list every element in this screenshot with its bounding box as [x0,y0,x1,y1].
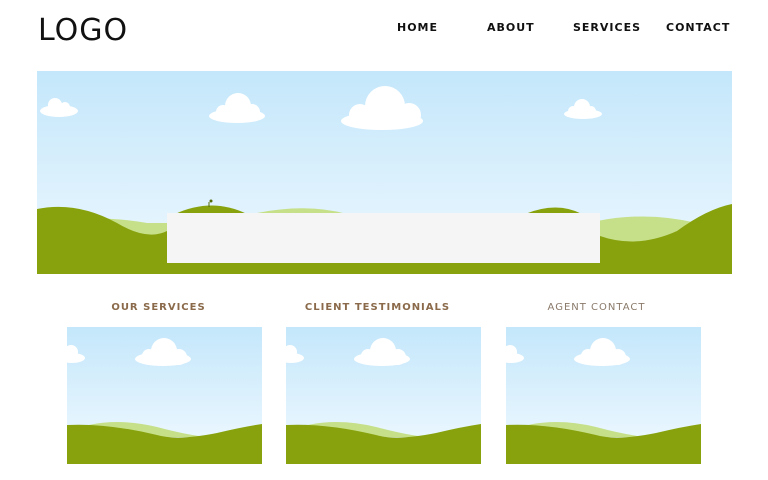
page: LOGO HOME ABOUT SERVICES CONTACT OUR SER… [0,0,768,480]
section-title-client-testimonials[interactable]: CLIENT TESTIMONIALS [280,302,475,314]
services-image[interactable] [67,327,262,464]
landscape-image [286,327,481,464]
section-title-agent-contact[interactable]: AGENT CONTACT [499,302,694,314]
hero-image [37,71,732,274]
agent-contact-image[interactable] [506,327,701,464]
landscape-image [506,327,701,464]
nav-services-link[interactable]: SERVICES [573,21,641,35]
nav-home-link[interactable]: HOME [397,21,438,35]
hero-overlay-box [167,213,600,263]
landscape-image [67,327,262,464]
section-title-our-services[interactable]: OUR SERVICES [61,302,256,314]
main-nav: HOME ABOUT SERVICES CONTACT [0,21,768,35]
nav-contact-link[interactable]: CONTACT [666,21,730,35]
nav-about-link[interactable]: ABOUT [487,21,535,35]
testimonials-image[interactable] [286,327,481,464]
